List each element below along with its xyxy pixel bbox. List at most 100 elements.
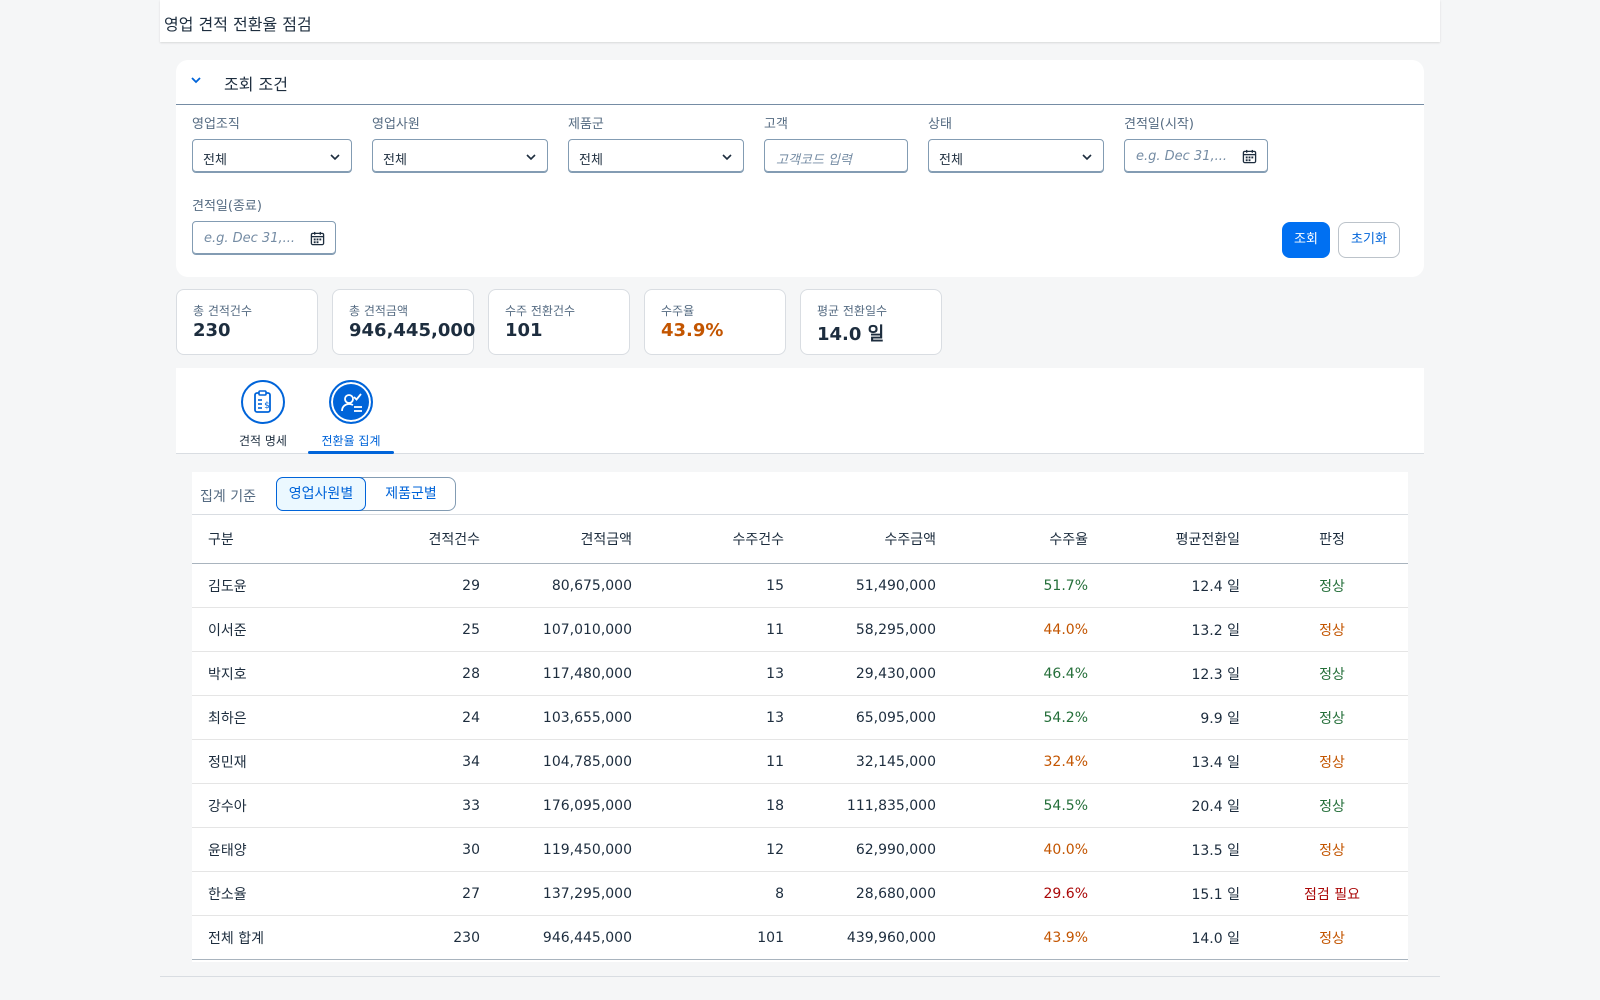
search-button[interactable]: 조회 [1282,222,1330,258]
table-cell: 13 [648,651,800,696]
chevron-down-icon [1082,154,1092,161]
table-cell: 65,095,000 [800,695,952,740]
table-cell: 58,295,000 [800,607,952,652]
table-cell: 44.0% [952,607,1104,652]
org-label: 영업조직 [192,117,240,132]
tab-conversion-summary[interactable]: 전환율 집계 [306,368,396,454]
tab-icon-circle [329,380,373,424]
segment-by-rep[interactable]: 영업사원별 [276,477,366,511]
table-cell: 101 [648,915,800,960]
table-cell: 119,450,000 [496,827,648,872]
table-header-row: 구분 견적건수 견적금액 수주건수 수주금액 수주율 평균전환일 판정 [192,514,1408,564]
column-header[interactable]: 견적건수 [344,514,496,564]
chevron-down-icon[interactable] [190,74,202,86]
customer-input[interactable]: 고객코드 입력 [764,139,908,173]
filter-header[interactable]: 조회 조건 [176,60,1424,105]
calendar-icon[interactable] [310,231,325,246]
date-to-label: 견적일(종료) [192,199,262,214]
filter-panel: 조회 조건 영업조직 전체 영업사원 전체 제품군 전체 고객 고객코드 입력 … [176,60,1424,277]
clipboard-money-icon: $ [254,390,271,413]
tab-label: 전환율 집계 [321,434,381,448]
date-from-placeholder: e.g. Dec 31,... [1136,149,1228,164]
table-cell: 176,095,000 [496,783,648,828]
table-cell: 점검 필요 [1256,871,1408,916]
table-cell: 정상 [1256,827,1408,872]
table-row[interactable]: 박지호 28 117,480,000 13 29,430,000 46.4% 12.3 일정… [192,651,1408,696]
calendar-icon[interactable] [1242,149,1257,164]
table-cell: 정상 [1256,915,1408,960]
table-cell: 34 [344,739,496,784]
table-row[interactable]: 김도윤 29 80,675,000 15 51,490,000 51.7% 12.4 일 정상 [192,563,1408,608]
shell-bar: 영업 견적 전환율 점검 [160,0,1440,42]
chevron-down-icon [330,154,340,161]
table-cell: 정상 [1256,607,1408,652]
table-cell: 51,490,000 [800,563,952,608]
app-title: 영업 견적 전환율 점검 [164,15,312,34]
table-row[interactable]: 한소율 27 137,295,000 8 28,680,000 29.6% 15.1 일 점검… [192,871,1408,916]
kpi-card-win-rate: 수주율 43.9% [644,289,786,355]
table-cell: 29 [344,563,496,608]
table-cell: 18 [648,783,800,828]
kpi-card-total-quotes: 총 견적건수 230 [176,289,318,355]
table-cell: 11 [648,739,800,784]
date-to-input[interactable]: e.g. Dec 31,... [192,221,336,255]
date-from-input[interactable]: e.g. Dec 31,... [1124,139,1268,173]
table-cell: 27 [344,871,496,916]
table-cell: 29.6% [952,871,1104,916]
table-cell: 강수아 [192,783,344,828]
table-cell: 전체 합계 [192,915,344,960]
product-label: 제품군 [568,117,604,132]
table-cell: 14.0 일 [1104,915,1256,960]
reset-button[interactable]: 초기화 [1338,222,1400,258]
product-select[interactable]: 전체 [568,139,744,173]
icon-tab-bar: $ 견적 명세 전환율 집계 [176,368,1424,454]
org-select[interactable]: 전체 [192,139,352,173]
date-to-placeholder: e.g. Dec 31,... [204,231,296,246]
column-header[interactable]: 수주율 [952,514,1104,564]
column-header[interactable]: 수주건수 [648,514,800,564]
table-cell: 정상 [1256,739,1408,784]
table-row[interactable]: 이서준 25 107,010,000 11 58,295,000 44.0% 13.2 일정… [192,607,1408,652]
table-cell: 40.0% [952,827,1104,872]
table-cell: 33 [344,783,496,828]
table-total-row[interactable]: 전체 합계 230 946,445,000 101 439,960,000 43.9% 14… [192,915,1408,960]
tab-label: 견적 명세 [239,434,287,448]
table-cell: 한소율 [192,871,344,916]
rep-value: 전체 [383,153,407,168]
table-cell: 11 [648,607,800,652]
table-cell: 80,675,000 [496,563,648,608]
table-cell: 62,990,000 [800,827,952,872]
customer-label: 고객 [764,117,788,132]
table-row[interactable]: 강수아 33 176,095,000 18 111,835,000 54.5% 20.4 일… [192,783,1408,828]
column-header[interactable]: 견적금액 [496,514,648,564]
kpi-label: 수주 전환건수 [505,304,576,318]
column-header[interactable]: 수주금액 [800,514,952,564]
table-cell: 윤태양 [192,827,344,872]
table-cell: 12.4 일 [1104,563,1256,608]
table-cell: 25 [344,607,496,652]
tab-quote-details[interactable]: $ 견적 명세 [218,368,308,454]
column-header[interactable]: 판정 [1256,514,1408,564]
segment-by-product[interactable]: 제품군별 [366,478,456,510]
table-cell: 13.5 일 [1104,827,1256,872]
column-header[interactable]: 구분 [192,514,344,564]
status-label: 상태 [928,117,952,132]
summary-table-card: 집계 기준 영업사원별 제품군별 구분 견적건수 견적금액 수주건수 수주금액 … [192,472,1408,962]
status-select[interactable]: 전체 [928,139,1104,173]
rep-select[interactable]: 전체 [372,139,548,173]
table-cell: 박지호 [192,651,344,696]
kpi-card-converted: 수주 전환건수 101 [488,289,630,355]
column-header[interactable]: 평균전환일 [1104,514,1256,564]
summary-table: 구분 견적건수 견적금액 수주건수 수주금액 수주율 평균전환일 판정 김도윤 2… [192,514,1408,960]
table-cell: 20.4 일 [1104,783,1256,828]
table-cell: 김도윤 [192,563,344,608]
table-row[interactable]: 정민재 34 104,785,000 11 32,145,000 32.4% 13.4 일정… [192,739,1408,784]
table-cell: 32,145,000 [800,739,952,784]
table-row[interactable]: 최하은 24 103,655,000 13 65,095,000 54.2% 9.9 일 정상 [192,695,1408,740]
table-cell: 946,445,000 [496,915,648,960]
page: 영업 견적 전환율 점검 조회 조건 영업조직 전체 영업사원 전체 제품군 전… [160,0,1440,1000]
table-cell: 103,655,000 [496,695,648,740]
table-cell: 최하은 [192,695,344,740]
table-row[interactable]: 윤태양 30 119,450,000 12 62,990,000 40.0% 13.5 일정… [192,827,1408,872]
page-footer-divider [160,976,1440,977]
